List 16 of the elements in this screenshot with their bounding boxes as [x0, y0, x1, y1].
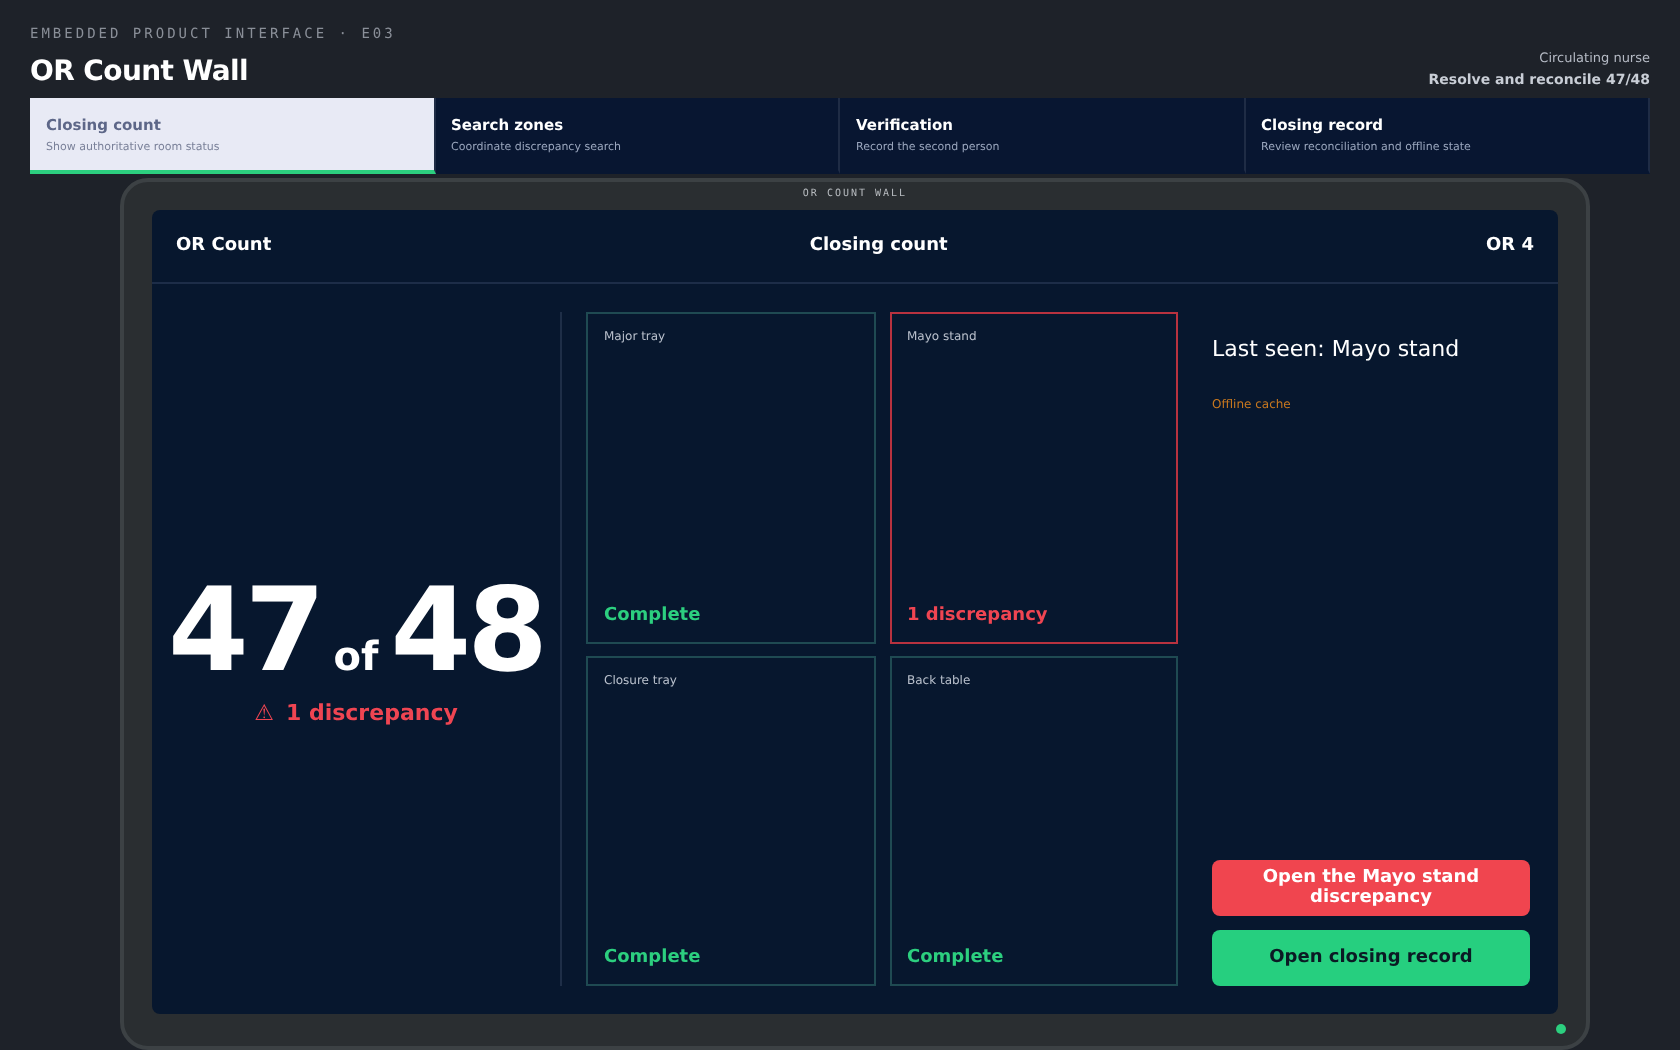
warning-icon: ⚠	[254, 700, 274, 726]
app-name: OR Count	[176, 236, 272, 256]
zone-status: Complete	[604, 605, 703, 625]
zone-status: Complete	[604, 948, 703, 968]
zone-status: 1 discrepancy	[907, 605, 1050, 625]
zone-status: Complete	[907, 948, 1006, 968]
screen-title: Closing count	[809, 236, 948, 256]
total-number: 48	[390, 572, 544, 688]
counted-number: 47	[168, 572, 322, 688]
action-button[interactable]: Open closing record	[1212, 930, 1530, 986]
discrepancy-text: 1 discrepancy	[285, 700, 458, 726]
last-seen-text: Last seen: Mayo stand	[1212, 336, 1462, 362]
of-text: of	[333, 632, 379, 680]
room-label: OR 4	[1486, 236, 1534, 256]
action-button[interactable]: Open the Mayo stand discrepancy	[1212, 860, 1530, 916]
page-title: OR Count Wall	[30, 56, 251, 88]
